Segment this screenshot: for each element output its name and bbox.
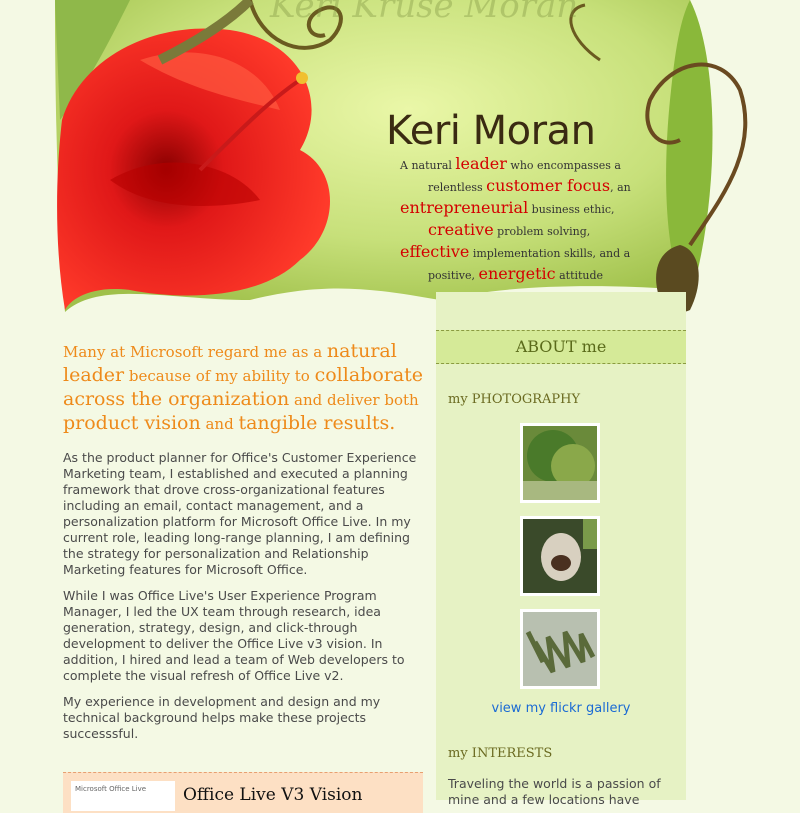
tagline-text: A natural <box>400 159 456 172</box>
interests-heading: my INTERESTS <box>448 746 553 761</box>
tagline-line-2: relentless customer focus, an <box>400 176 645 198</box>
tagline-text: positive, <box>428 269 479 282</box>
intro-highlight: tangible results. <box>238 412 396 434</box>
flickr-gallery-link[interactable]: view my flickr gallery <box>436 701 686 716</box>
tagline-text: business ethic, <box>528 203 615 216</box>
body-paragraph: My experience in development and design … <box>63 694 381 741</box>
body-paragraph: As the product planner for Office's Cust… <box>63 450 417 577</box>
header-banner: Keri Kruse Moran Keri Moran A natural le… <box>0 0 800 320</box>
tagline-line-3: entrepreneurial business ethic, <box>400 198 645 220</box>
main-content: Many at Microsoft regard me as a natural… <box>63 340 428 752</box>
body-paragraph: While I was Office Live's User Experienc… <box>63 588 405 683</box>
intro-highlight: product vision <box>63 412 201 434</box>
site-title: Keri Moran <box>386 108 596 154</box>
header-watermark: Keri Kruse Moran <box>270 0 579 26</box>
photo-thumbnail-trees[interactable] <box>520 423 600 503</box>
intro-text: because of my ability to <box>124 367 315 385</box>
intro-text: and <box>200 415 239 433</box>
header-tagline: A natural leader who encompasses a relen… <box>400 154 645 286</box>
tagline-text: relentless <box>428 181 487 194</box>
intro-text: Many at Microsoft regard me as a <box>63 343 327 361</box>
project-card[interactable]: Microsoft Office Live Office Live V3 Vis… <box>63 772 423 813</box>
intro-statement: Many at Microsoft regard me as a natural… <box>63 340 428 436</box>
office-live-logo: Microsoft Office Live <box>71 781 175 811</box>
tagline-text: implementation skills, and a <box>469 247 631 260</box>
tagline-line-1: A natural leader who encompasses a <box>400 154 645 176</box>
tagline-line-4: creative problem solving, <box>400 220 645 242</box>
tagline-text: who encompasses a <box>506 159 621 172</box>
tagline-line-5: effective implementation skills, and a <box>400 242 645 264</box>
tagline-text: , an <box>610 181 631 194</box>
tagline-highlight: leader <box>455 154 507 173</box>
tagline-text: attitude <box>555 269 604 282</box>
tagline-highlight: entrepreneurial <box>400 198 529 217</box>
tagline-highlight: energetic <box>478 264 556 283</box>
photography-heading: my PHOTOGRAPHY <box>448 392 581 407</box>
tagline-highlight: effective <box>400 242 470 261</box>
tagline-text: problem solving, <box>493 225 591 238</box>
tagline-highlight: creative <box>428 220 494 239</box>
tagline-line-6: positive, energetic attitude <box>400 264 645 286</box>
interests-text: Traveling the world is a passion of mine… <box>448 776 661 807</box>
tagline-highlight: customer focus <box>486 176 611 195</box>
intro-text: and deliver both <box>289 391 419 409</box>
project-card-title[interactable]: Office Live V3 Vision <box>183 785 363 805</box>
about-me-link[interactable]: ABOUT me <box>436 330 686 364</box>
photo-thumbnail-leaves[interactable] <box>520 609 600 689</box>
photo-thumbnail-portrait[interactable] <box>520 516 600 596</box>
